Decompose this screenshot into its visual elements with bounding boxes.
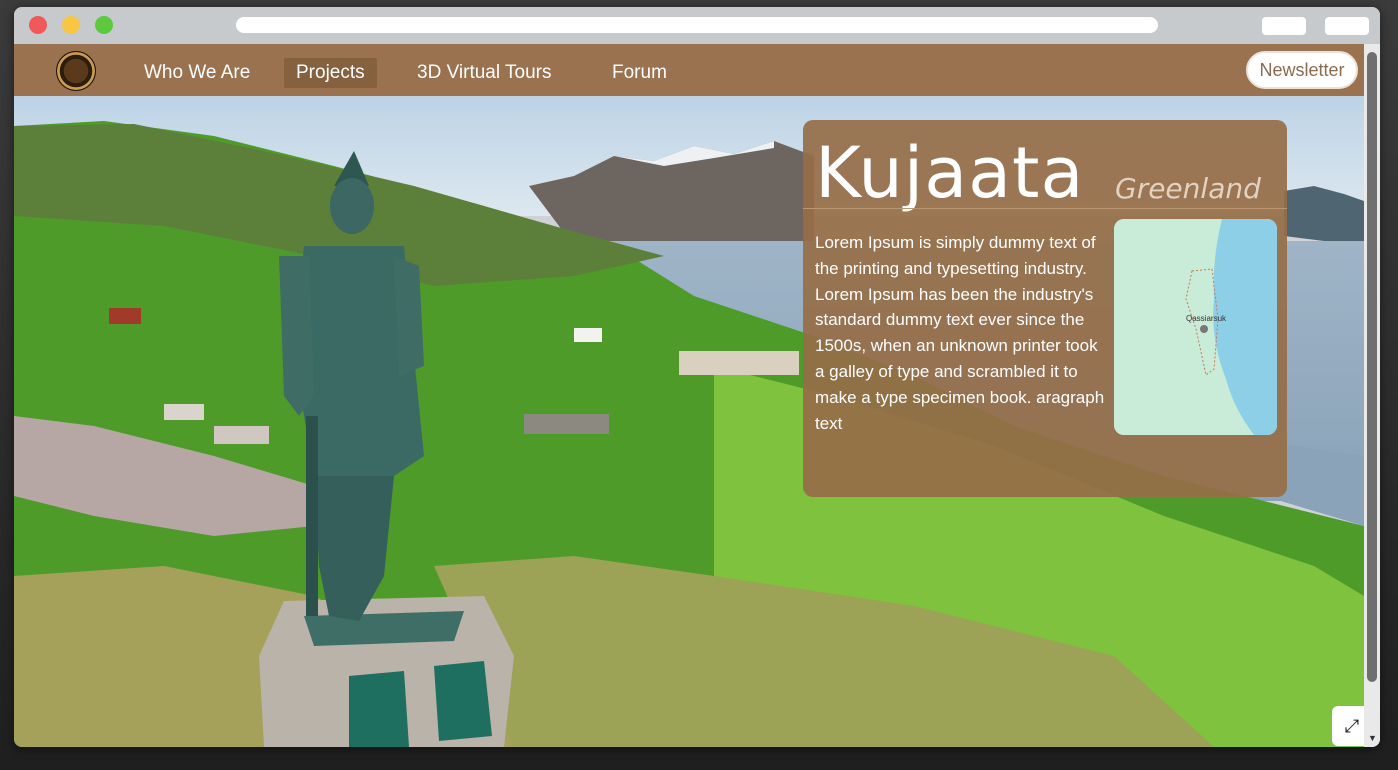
site-logo[interactable] [56,51,96,91]
expand-icon[interactable]: ⤢ [1332,706,1364,746]
card-divider [803,208,1287,209]
browser-window: Who We Are Projects 3D Virtual Tours For… [14,7,1380,747]
top-navigation: Who We Are Projects 3D Virtual Tours For… [14,44,1364,96]
close-window-button[interactable] [29,16,47,34]
map-place-label: Qassiarsuk [1186,314,1227,323]
location-map[interactable]: Qassiarsuk [1114,219,1277,435]
nav-forum[interactable]: Forum [600,58,679,88]
scrollbar-thumb[interactable] [1367,52,1377,682]
vertical-scrollbar[interactable]: ▼ [1364,44,1380,747]
title-bar [14,7,1380,44]
location-title: Kujaata [815,132,1085,214]
toolbar-button[interactable] [1325,17,1369,35]
map-graphic [1114,219,1277,435]
newsletter-button[interactable]: Newsletter [1246,51,1358,89]
maximize-window-button[interactable] [95,16,113,34]
minimize-window-button[interactable] [62,16,80,34]
location-description: Lorem Ipsum is simply dummy text of the … [815,233,1105,433]
page-viewport: Who We Are Projects 3D Virtual Tours For… [14,44,1364,747]
nav-projects[interactable]: Projects [284,58,377,88]
scroll-down-icon[interactable]: ▼ [1368,733,1377,743]
nav-who-we-are[interactable]: Who We Are [132,58,262,88]
toolbar-button[interactable] [1262,17,1306,35]
nav-3d-virtual-tours[interactable]: 3D Virtual Tours [405,58,563,88]
address-bar[interactable] [236,17,1158,33]
location-card: Kujaata Greenland Lorem Ipsum is simply … [803,120,1287,497]
location-country: Greenland [1115,172,1261,205]
